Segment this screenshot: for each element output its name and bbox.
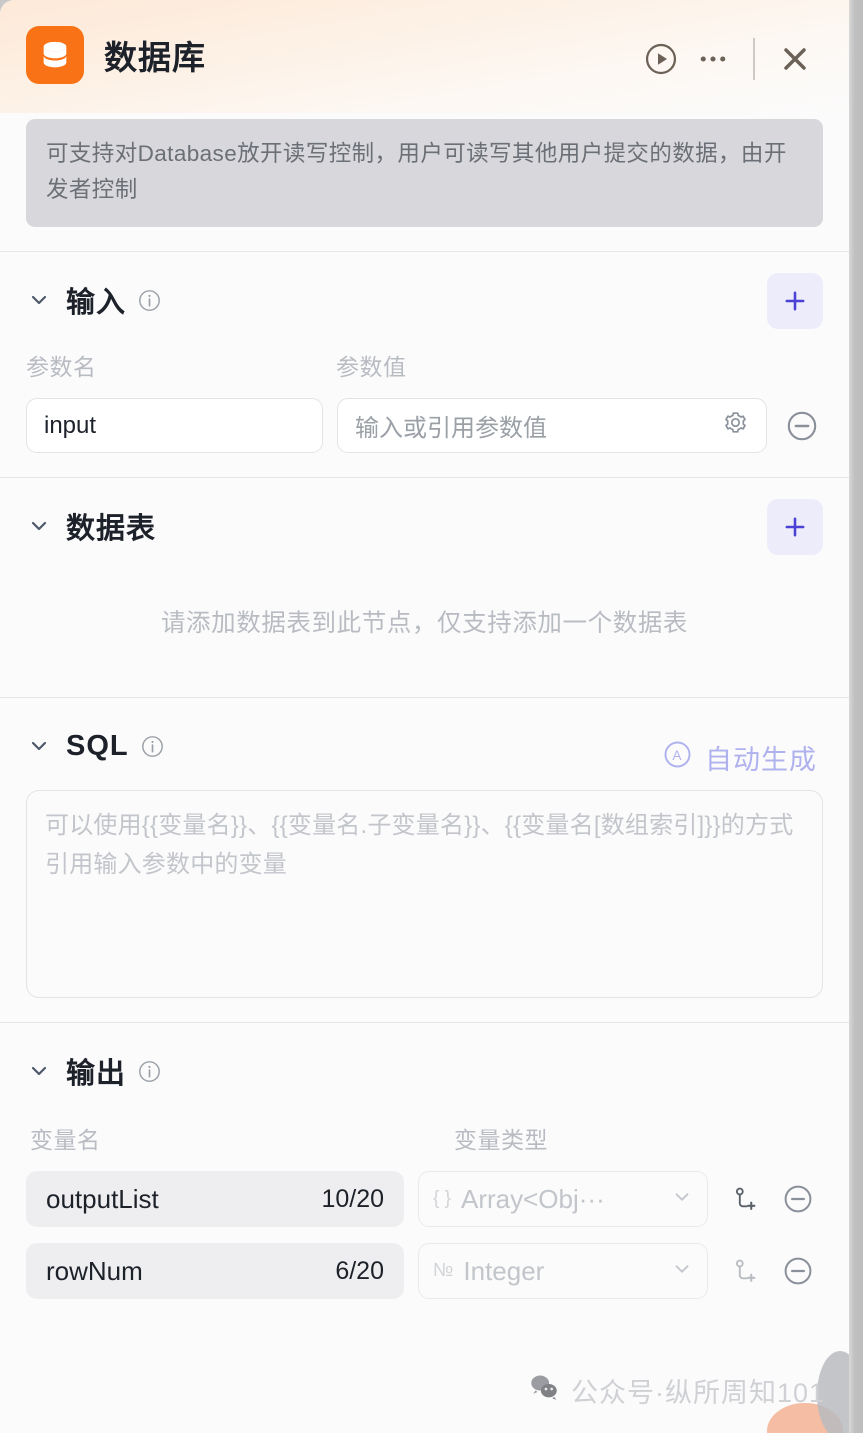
header-actions <box>635 36 821 82</box>
chevron-down-icon[interactable] <box>26 513 52 539</box>
input-column-headers: 参数名 参数值 <box>26 348 823 382</box>
database-icon <box>26 25 84 84</box>
watermark: 公众号·纵所周知101 <box>527 1370 825 1411</box>
chevron-down-icon[interactable] <box>26 733 52 759</box>
input-section: 输入 参数名 参数值 input 输入或引用参数值 <box>0 252 849 477</box>
auto-generate-label: 自动生成 <box>705 745 817 775</box>
add-input-param-button[interactable] <box>767 273 823 329</box>
sql-editor[interactable]: 可以使用{{变量名}}、{{变量名.子变量名}}、{{变量名[数组索引]}}的方… <box>26 790 823 998</box>
datatable-empty-hint: 请添加数据表到此节点，仅支持添加一个数据表 <box>160 610 689 637</box>
output-column-headers: 变量名 变量类型 <box>26 1121 823 1155</box>
chevron-down-icon <box>671 1184 693 1215</box>
output-name-counter: 10/20 <box>321 1184 384 1213</box>
sql-section-header: SQL A 自动生成 <box>26 724 823 775</box>
minus-circle-icon[interactable] <box>778 1179 818 1219</box>
output-row: outputList 10/20 { } Array<Obj··· <box>26 1171 823 1227</box>
param-value-placeholder: 输入或引用参数值 <box>355 415 547 442</box>
param-name-input[interactable]: input <box>26 398 323 453</box>
datatable-section: 数据表 请添加数据表到此节点，仅支持添加一个数据表 <box>0 478 849 697</box>
add-sub-item-icon[interactable] <box>724 1251 764 1291</box>
output-section-header: 输出 <box>26 1049 823 1093</box>
sql-section: SQL A 自动生成 可以使用{{变量名}}、{{变量名.子变量名}}、{{变量… <box>0 698 849 1022</box>
info-icon[interactable] <box>140 734 165 759</box>
output-row-actions <box>724 1251 818 1291</box>
ellipsis-icon[interactable] <box>687 36 739 82</box>
node-config-panel: 数据库 可支持对Database放开读写控制，用户可读写其他用户提交的数据，由开… <box>0 0 849 1433</box>
app-root: 数据库 可支持对Database放开读写控制，用户可读写其他用户提交的数据，由开… <box>0 0 863 1433</box>
circle-a-icon: A <box>662 739 693 777</box>
output-col-name: 变量名 <box>30 1127 101 1153</box>
input-section-header: 输入 <box>26 273 823 329</box>
minus-circle-icon[interactable] <box>781 405 823 447</box>
output-type-value: Array<Obj··· <box>460 1183 605 1214</box>
wechat-icon <box>527 1370 561 1411</box>
sql-section-title: SQL <box>66 729 129 762</box>
output-section-title: 输出 <box>66 1058 127 1090</box>
type-prefix-icon: { } <box>433 1188 451 1209</box>
close-icon[interactable] <box>769 36 821 82</box>
output-row: rowNum 6/20 № Integer <box>26 1243 823 1299</box>
decorative-blob-gray <box>817 1351 849 1433</box>
output-name-value: rowNum <box>46 1255 143 1286</box>
type-prefix-icon: № <box>433 1260 454 1281</box>
output-name-input[interactable]: outputList 10/20 <box>26 1171 404 1227</box>
chevron-down-icon[interactable] <box>26 1058 52 1084</box>
output-name-value: outputList <box>46 1183 159 1214</box>
input-param-row: input 输入或引用参数值 <box>26 398 823 453</box>
header-divider <box>753 38 755 80</box>
info-icon[interactable] <box>137 1059 162 1084</box>
output-row-actions <box>724 1179 818 1219</box>
input-col-value: 参数值 <box>336 354 407 380</box>
node-description: 可支持对Database放开读写控制，用户可读写其他用户提交的数据，由开发者控制 <box>26 119 823 227</box>
svg-text:A: A <box>672 748 682 763</box>
output-name-input[interactable]: rowNum 6/20 <box>26 1243 404 1299</box>
output-col-type: 变量类型 <box>454 1127 548 1153</box>
panel-header: 数据库 <box>0 0 849 113</box>
description-wrap: 可支持对Database放开读写控制，用户可读写其他用户提交的数据，由开发者控制 <box>0 113 849 251</box>
output-type-select[interactable]: № Integer <box>418 1243 708 1299</box>
output-name-counter: 6/20 <box>335 1256 384 1285</box>
window-edge-rail <box>849 0 863 1433</box>
gear-icon[interactable] <box>722 409 749 443</box>
page-title: 数据库 <box>104 38 206 76</box>
auto-generate-button[interactable]: A 自动生成 <box>662 738 817 777</box>
input-col-name: 参数名 <box>26 354 97 380</box>
chevron-down-icon <box>671 1256 693 1287</box>
add-datatable-button[interactable] <box>767 499 823 555</box>
input-section-title: 输入 <box>66 287 127 319</box>
play-circle-icon[interactable] <box>635 36 687 82</box>
chevron-down-icon[interactable] <box>26 287 52 313</box>
output-type-value: Integer <box>463 1255 545 1286</box>
output-section: 输出 变量名 变量类型 outputList 10/20 {} Array<O… <box>0 1023 849 1323</box>
watermark-text: 公众号·纵所周知101 <box>570 1378 825 1408</box>
param-value-input[interactable]: 输入或引用参数值 <box>337 398 767 453</box>
datatable-section-header: 数据表 <box>26 499 823 555</box>
datatable-section-title: 数据表 <box>66 513 157 545</box>
info-icon[interactable] <box>137 288 162 313</box>
minus-circle-icon[interactable] <box>778 1251 818 1291</box>
add-sub-item-icon[interactable] <box>724 1179 764 1219</box>
output-type-select[interactable]: { } Array<Obj··· <box>418 1171 708 1227</box>
